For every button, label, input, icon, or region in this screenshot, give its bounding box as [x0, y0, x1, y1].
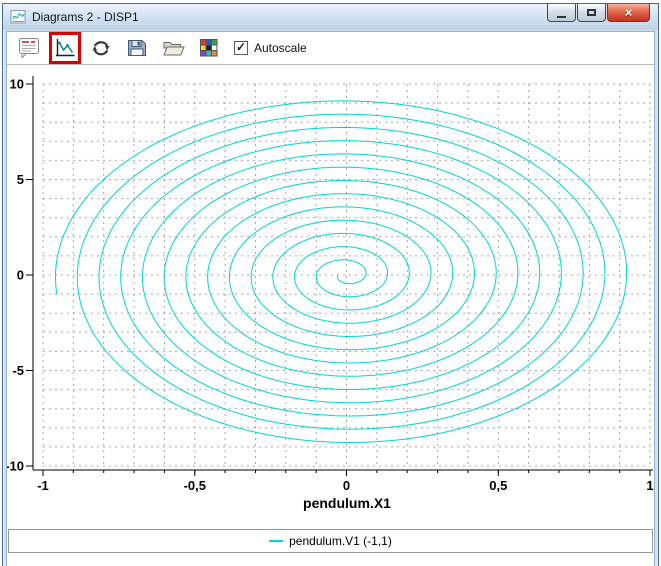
svg-text:0: 0	[17, 268, 24, 283]
refresh-button[interactable]	[88, 35, 114, 61]
toolbar: ✓ Autoscale	[7, 32, 654, 65]
plot-button[interactable]	[52, 35, 78, 61]
window-controls: ×	[546, 4, 650, 22]
open-button[interactable]	[160, 35, 186, 61]
minimize-button[interactable]	[547, 4, 576, 22]
svg-text:-1: -1	[37, 478, 49, 493]
window-icon	[10, 9, 26, 25]
autoscale-checkbox[interactable]: ✓	[234, 41, 248, 55]
plot-icon	[53, 36, 77, 60]
close-icon: ×	[625, 6, 633, 19]
save-button[interactable]	[124, 35, 150, 61]
refresh-icon	[89, 36, 113, 60]
svg-text:-10: -10	[7, 459, 24, 474]
legend-label: pendulum.V1 (-1,1)	[289, 534, 392, 548]
open-folder-icon	[161, 36, 185, 60]
plot-area[interactable]: -1 -0,5 0 0,5 1 10 5 0 -5 -10 pendulum.X1	[7, 66, 654, 524]
autoscale-label: Autoscale	[254, 41, 307, 55]
close-button[interactable]: ×	[607, 4, 650, 22]
svg-text:1: 1	[646, 478, 653, 493]
legend-line-sample	[269, 540, 283, 542]
palette-icon	[197, 36, 221, 60]
app-window: Diagrams 2 - DISP1 ×	[2, 3, 659, 566]
svg-text:0: 0	[343, 478, 350, 493]
minimize-icon	[557, 16, 566, 18]
window-title: Diagrams 2 - DISP1	[32, 10, 139, 24]
svg-text:0,5: 0,5	[489, 478, 507, 493]
check-icon: ✓	[236, 42, 246, 52]
window-content: ✓ Autoscale -1 -0,5 0 0,5 1 10 5 0 -5 -10 pendulum…	[6, 31, 655, 566]
svg-text:-5: -5	[12, 363, 24, 378]
colors-button[interactable]	[196, 35, 222, 61]
autoscale-control: ✓ Autoscale	[234, 41, 307, 55]
svg-text:5: 5	[17, 172, 24, 187]
report-button[interactable]	[16, 35, 42, 61]
svg-text:10: 10	[10, 77, 24, 92]
legend: pendulum.V1 (-1,1)	[8, 529, 653, 553]
maximize-button[interactable]	[577, 4, 606, 22]
titlebar[interactable]: Diagrams 2 - DISP1 ×	[3, 4, 658, 30]
save-icon	[125, 36, 149, 60]
maximize-icon	[587, 9, 596, 16]
svg-text:pendulum.X1: pendulum.X1	[303, 495, 391, 511]
svg-text:-0,5: -0,5	[184, 478, 206, 493]
report-icon	[17, 36, 41, 60]
